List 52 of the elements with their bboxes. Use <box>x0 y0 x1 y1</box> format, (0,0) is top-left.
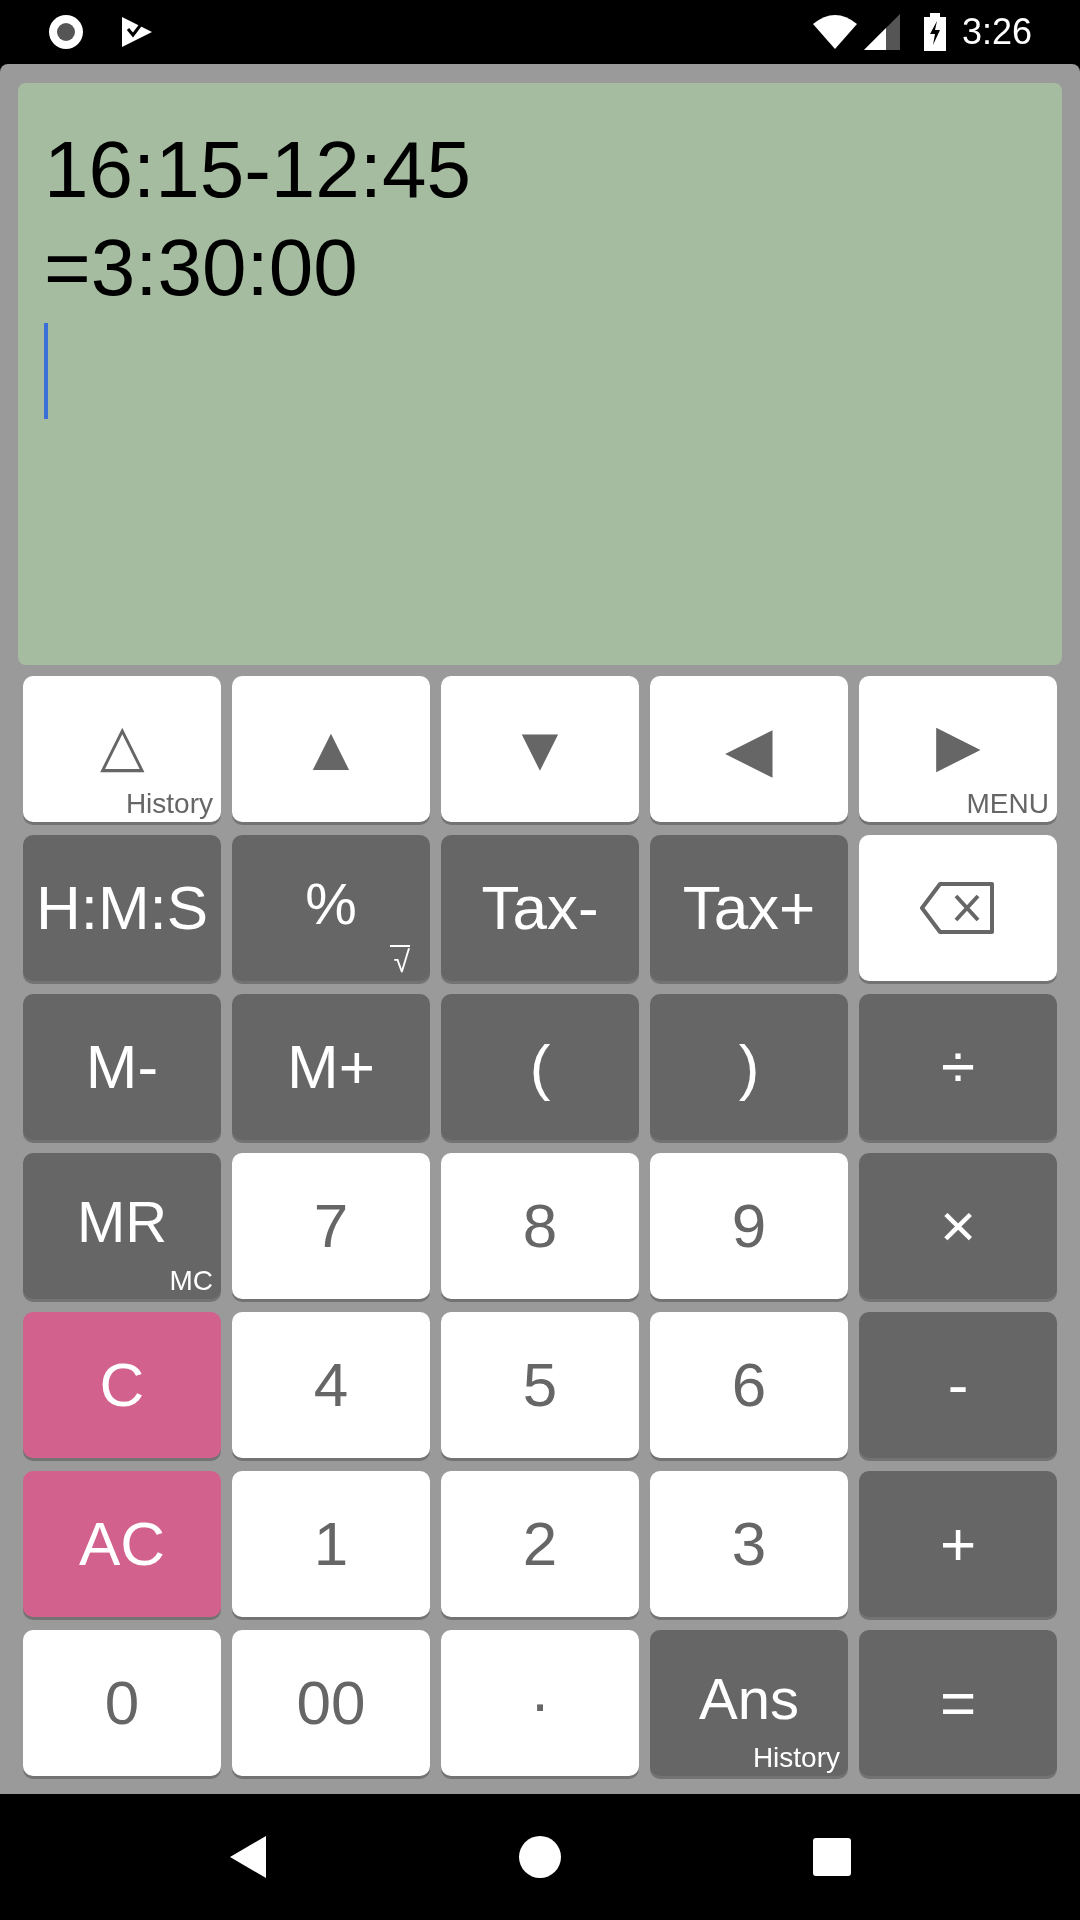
calculator-key[interactable]: % √ <box>232 835 430 981</box>
calculator-key[interactable]: 00 <box>232 1630 430 1776</box>
calculator-key[interactable]: 1 <box>232 1471 430 1617</box>
backspace-icon <box>920 882 996 934</box>
calculator-key[interactable]: ▲ <box>232 676 430 822</box>
wifi-icon <box>811 14 858 50</box>
calculator-key[interactable]: 7 <box>232 1153 430 1299</box>
calculator-key[interactable]: 9 <box>650 1153 848 1299</box>
calculator-key[interactable]: C <box>23 1312 221 1458</box>
calculator-key[interactable]: Tax+ <box>650 835 848 981</box>
calculator-key[interactable]: ▼ <box>441 676 639 822</box>
calculator-key[interactable]: 2 <box>441 1471 639 1617</box>
calculator-key[interactable]: 3 <box>650 1471 848 1617</box>
calculator-key[interactable]: ◀ <box>650 676 848 822</box>
calculator-key[interactable] <box>859 835 1057 981</box>
calculator-key[interactable]: - <box>859 1312 1057 1458</box>
calculator-key[interactable]: Tax- <box>441 835 639 981</box>
key-sub-label: MC <box>169 1267 213 1295</box>
calculator-key[interactable]: M- <box>23 994 221 1140</box>
calculator-key[interactable]: ÷ <box>859 994 1057 1140</box>
key-sub-label: History <box>125 790 213 818</box>
recents-icon[interactable] <box>812 1837 852 1877</box>
calculator-key[interactable]: ▶ MENU <box>859 676 1057 822</box>
calculator-key[interactable]: MR MC <box>23 1153 221 1299</box>
calculator-key[interactable]: H:M:S <box>23 835 221 981</box>
calculator-key[interactable]: 0 <box>23 1630 221 1776</box>
clock-time: 3:26 <box>961 10 1032 54</box>
calculator-key[interactable]: M+ <box>232 994 430 1140</box>
calculator-key[interactable]: Ans History <box>650 1630 848 1776</box>
calculator-key[interactable]: ) <box>650 994 848 1140</box>
key-sub-label: MENU <box>966 790 1049 818</box>
back-icon[interactable] <box>228 1834 268 1880</box>
display-line: 16:15-12:45 <box>44 124 473 216</box>
calculator-key[interactable]: + <box>859 1471 1057 1617</box>
record-icon <box>48 14 84 50</box>
key-sub-label: History <box>752 1744 840 1772</box>
home-icon[interactable] <box>518 1835 562 1879</box>
key-sub-label: √ <box>389 945 410 977</box>
display-line: =3:30:00 <box>44 222 359 314</box>
calculator-key[interactable]: △ History <box>23 676 221 822</box>
calculator-key[interactable]: ( <box>441 994 639 1140</box>
calculator-key[interactable]: AC <box>23 1471 221 1617</box>
calculator-key[interactable]: × <box>859 1153 1057 1299</box>
calculator-key[interactable]: 5 <box>441 1312 639 1458</box>
play-check-icon <box>120 15 154 49</box>
calculator-key[interactable]: 8 <box>441 1153 639 1299</box>
battery-charging-icon <box>923 13 946 51</box>
calculator-key[interactable]: = <box>859 1630 1057 1776</box>
calculator-key[interactable]: 4 <box>232 1312 430 1458</box>
calculator-key[interactable]: 6 <box>650 1312 848 1458</box>
calculator-key[interactable]: · <box>441 1630 639 1776</box>
cell-signal-icon <box>863 14 900 50</box>
